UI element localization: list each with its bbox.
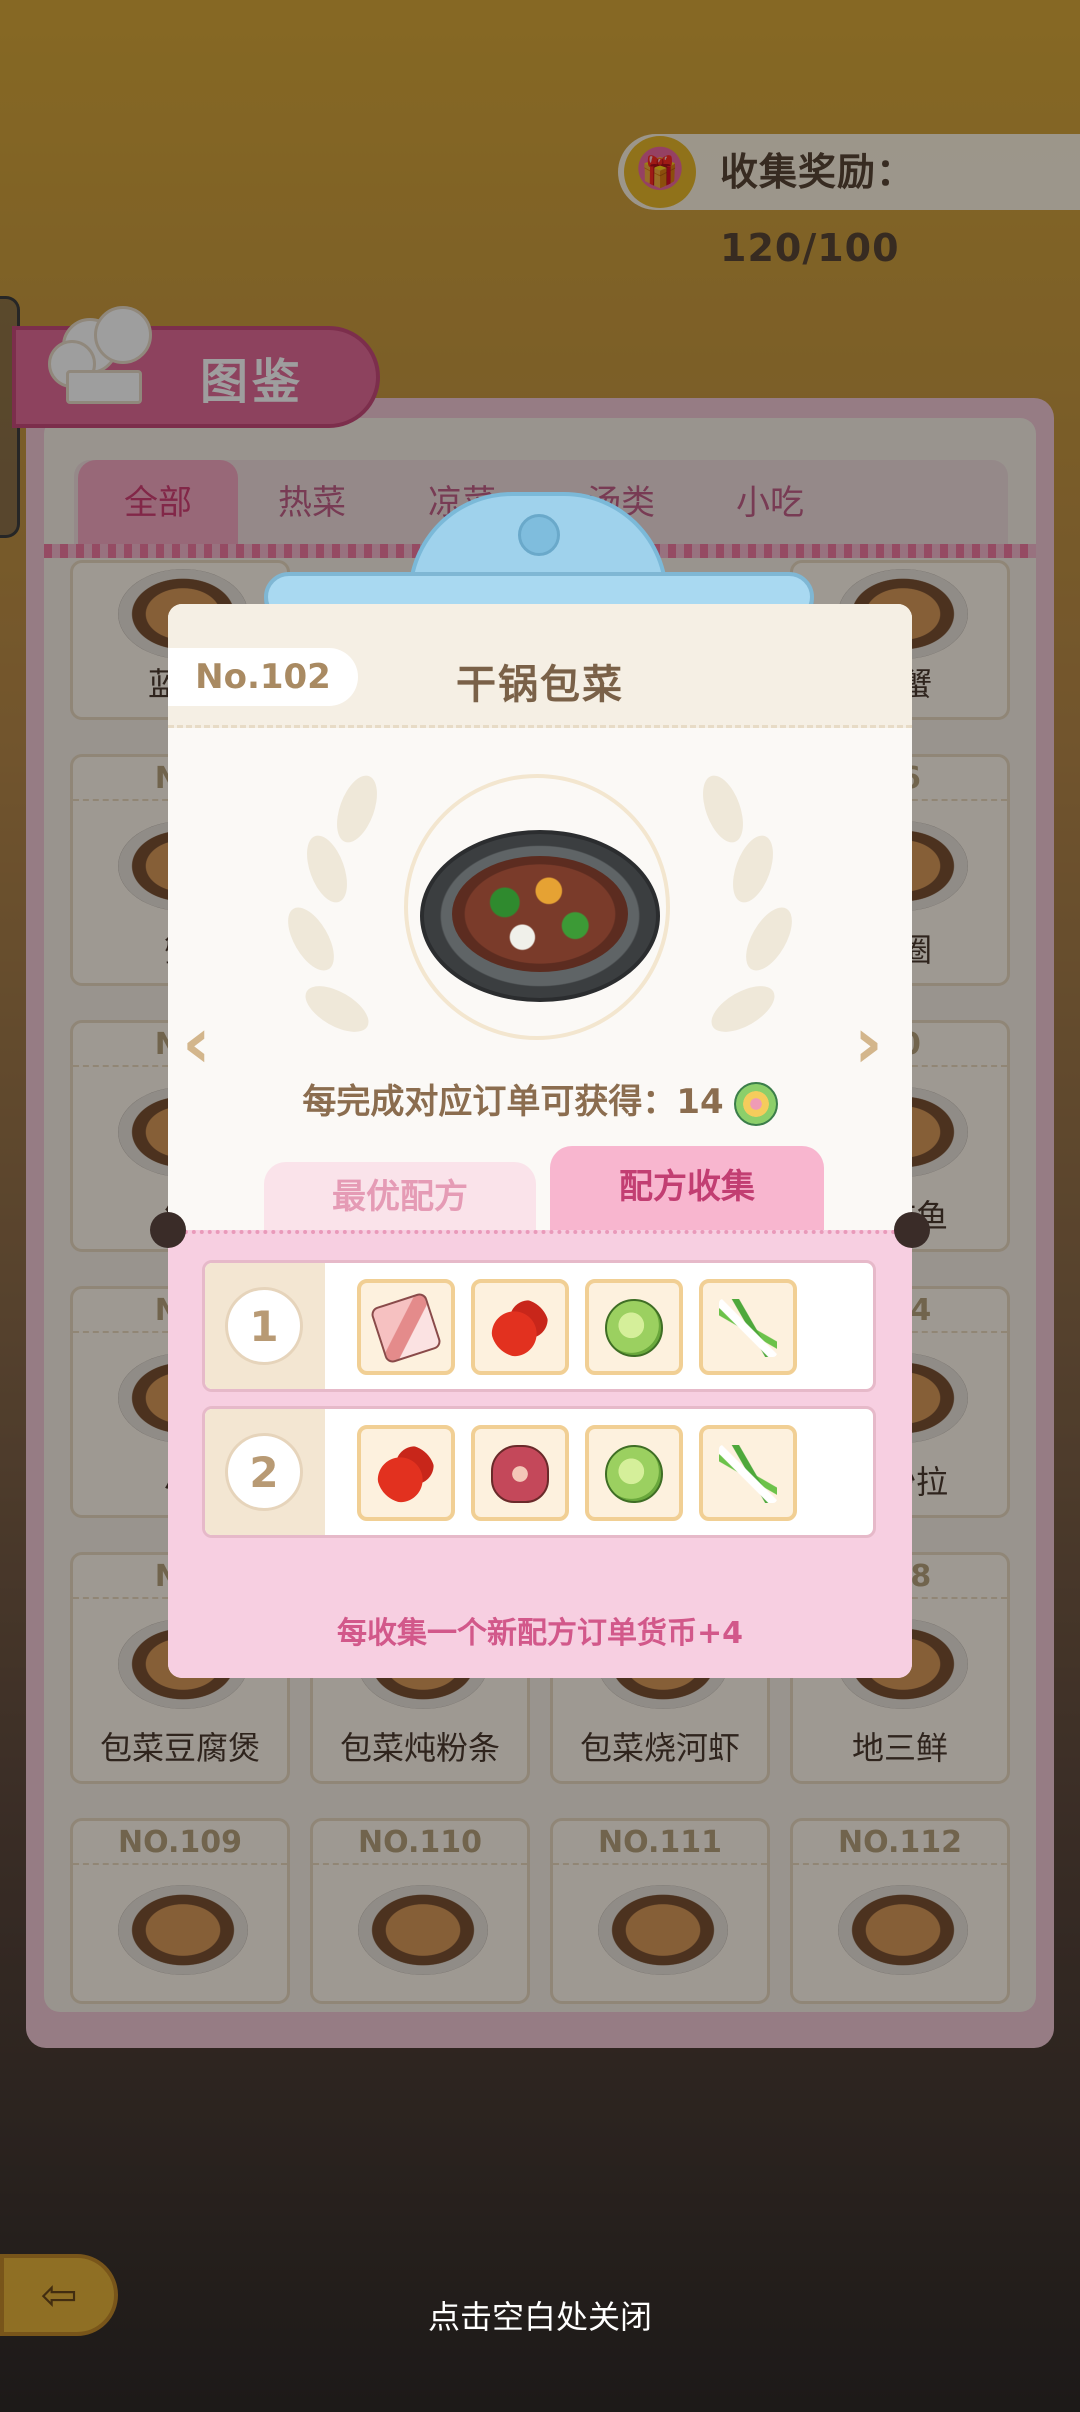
next-arrow-icon[interactable]: › xyxy=(854,1002,883,1084)
dish-number: NO.112 xyxy=(793,1821,1007,1865)
dish-name: 包菜豆腐煲 xyxy=(99,1729,260,1767)
ingredient-slot[interactable] xyxy=(357,1425,455,1521)
tab-recipe-collection[interactable]: 配方收集 xyxy=(550,1146,824,1232)
laurel-left-icon xyxy=(278,770,410,1054)
recipe-row: 1 xyxy=(202,1260,876,1392)
tab-hot-dishes[interactable]: 热菜 xyxy=(242,460,382,546)
dish-number: NO.109 xyxy=(73,1821,287,1865)
collection-reward-pill[interactable]: 🎁 收集奖励：120/100 xyxy=(618,134,1080,270)
dish-card[interactable]: NO.110 xyxy=(310,1818,530,2004)
dish-image xyxy=(118,1885,248,1975)
cabbage-icon xyxy=(605,1445,663,1503)
tab-all[interactable]: 全部 xyxy=(78,460,238,546)
prev-arrow-icon[interactable]: ‹ xyxy=(182,1002,211,1084)
ingredient-slot[interactable] xyxy=(357,1279,455,1375)
dish-card[interactable]: NO.112 xyxy=(790,1818,1010,2004)
cabbage-icon xyxy=(605,1299,663,1357)
pork-icon xyxy=(491,1445,549,1503)
ticket-notch-left xyxy=(150,1212,186,1248)
ingredient-slot[interactable] xyxy=(699,1425,797,1521)
collection-bonus-text: 每收集一个新配方订单货币+4 xyxy=(336,1616,743,1651)
ingredient-slot[interactable] xyxy=(699,1279,797,1375)
gift-icon: 🎁 xyxy=(624,136,696,208)
tab-snacks[interactable]: 小吃 xyxy=(700,460,840,546)
recipe-row: 2 xyxy=(202,1406,876,1538)
dish-image xyxy=(598,1885,728,1975)
dish-image xyxy=(838,1885,968,1975)
ingredient-slot[interactable] xyxy=(471,1279,569,1375)
collection-reward-text: 收集奖励：120/100 xyxy=(720,150,916,270)
book-title: 图鉴 xyxy=(200,354,305,410)
dish-image xyxy=(420,830,660,1002)
scallion-icon xyxy=(719,1445,777,1503)
dish-number: NO.111 xyxy=(553,1821,767,1865)
ingredient-slot[interactable] xyxy=(471,1425,569,1521)
dish-name: 包菜烧河虾 xyxy=(579,1729,740,1767)
recipe-number: 2 xyxy=(225,1433,303,1511)
meat-slice-icon xyxy=(369,1291,443,1365)
chili-icon xyxy=(377,1445,435,1503)
dish-card[interactable]: NO.111 xyxy=(550,1818,770,2004)
dish-image xyxy=(358,1885,488,1975)
chili-icon xyxy=(491,1299,549,1357)
popup-header: No.102 干锅包菜 xyxy=(168,604,912,728)
close-hint: 点击空白处关闭 xyxy=(427,2298,652,2336)
laurel-right-icon xyxy=(670,770,802,1054)
dish-name: 包菜炖粉条 xyxy=(339,1729,500,1767)
ingredient-slot[interactable] xyxy=(585,1425,683,1521)
ticket-notch-right xyxy=(894,1212,930,1248)
coin-icon xyxy=(733,1081,778,1126)
chef-hat-icon xyxy=(44,300,164,420)
dish-number: NO.110 xyxy=(313,1821,527,1865)
scallion-icon xyxy=(719,1299,777,1357)
dish-title: 干锅包菜 xyxy=(456,662,624,708)
dish-name: 地三鲜 xyxy=(851,1729,948,1767)
ingredient-slot[interactable] xyxy=(585,1279,683,1375)
order-reward-text: 每完成对应订单可获得：14 xyxy=(302,1082,724,1122)
dish-card[interactable]: NO.109 xyxy=(70,1818,290,2004)
tab-best-recipe[interactable]: 最优配方 xyxy=(264,1162,536,1232)
recipe-detail-popup: No.102 干锅包菜 ‹ › 每完成对应订单可获得：14 最优配方 配方收集 … xyxy=(168,604,912,1678)
recipe-number: 1 xyxy=(225,1287,303,1365)
clip-hole xyxy=(518,514,560,556)
order-reward-line: 每完成对应订单可获得：14 xyxy=(168,1074,912,1126)
